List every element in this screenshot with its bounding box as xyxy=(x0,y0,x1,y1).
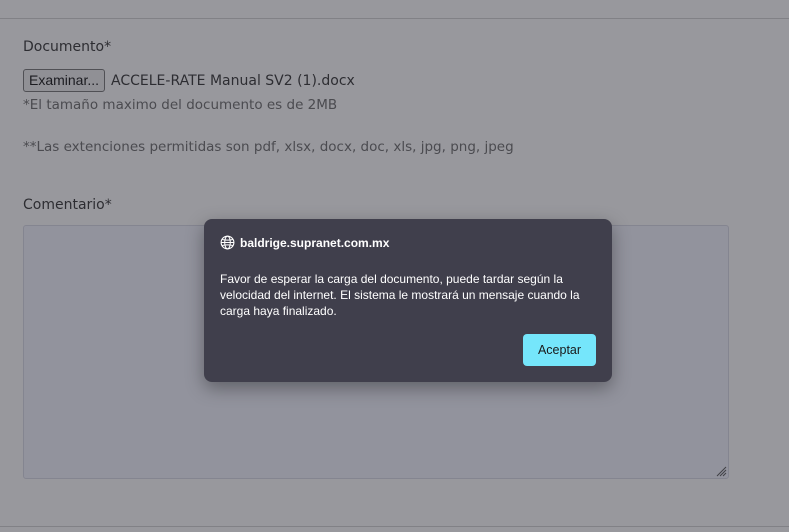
dialog-origin-text: baldrige.supranet.com.mx xyxy=(240,235,390,250)
upload-form-page: Documento* Examinar... ACCELE-RATE Manua… xyxy=(0,0,789,532)
accept-button[interactable]: Aceptar xyxy=(523,334,596,366)
globe-icon xyxy=(220,235,235,250)
dialog-origin: baldrige.supranet.com.mx xyxy=(220,235,389,250)
alert-dialog: baldrige.supranet.com.mx Favor de espera… xyxy=(204,219,612,382)
dialog-message: Favor de esperar la carga del documento,… xyxy=(220,272,580,318)
